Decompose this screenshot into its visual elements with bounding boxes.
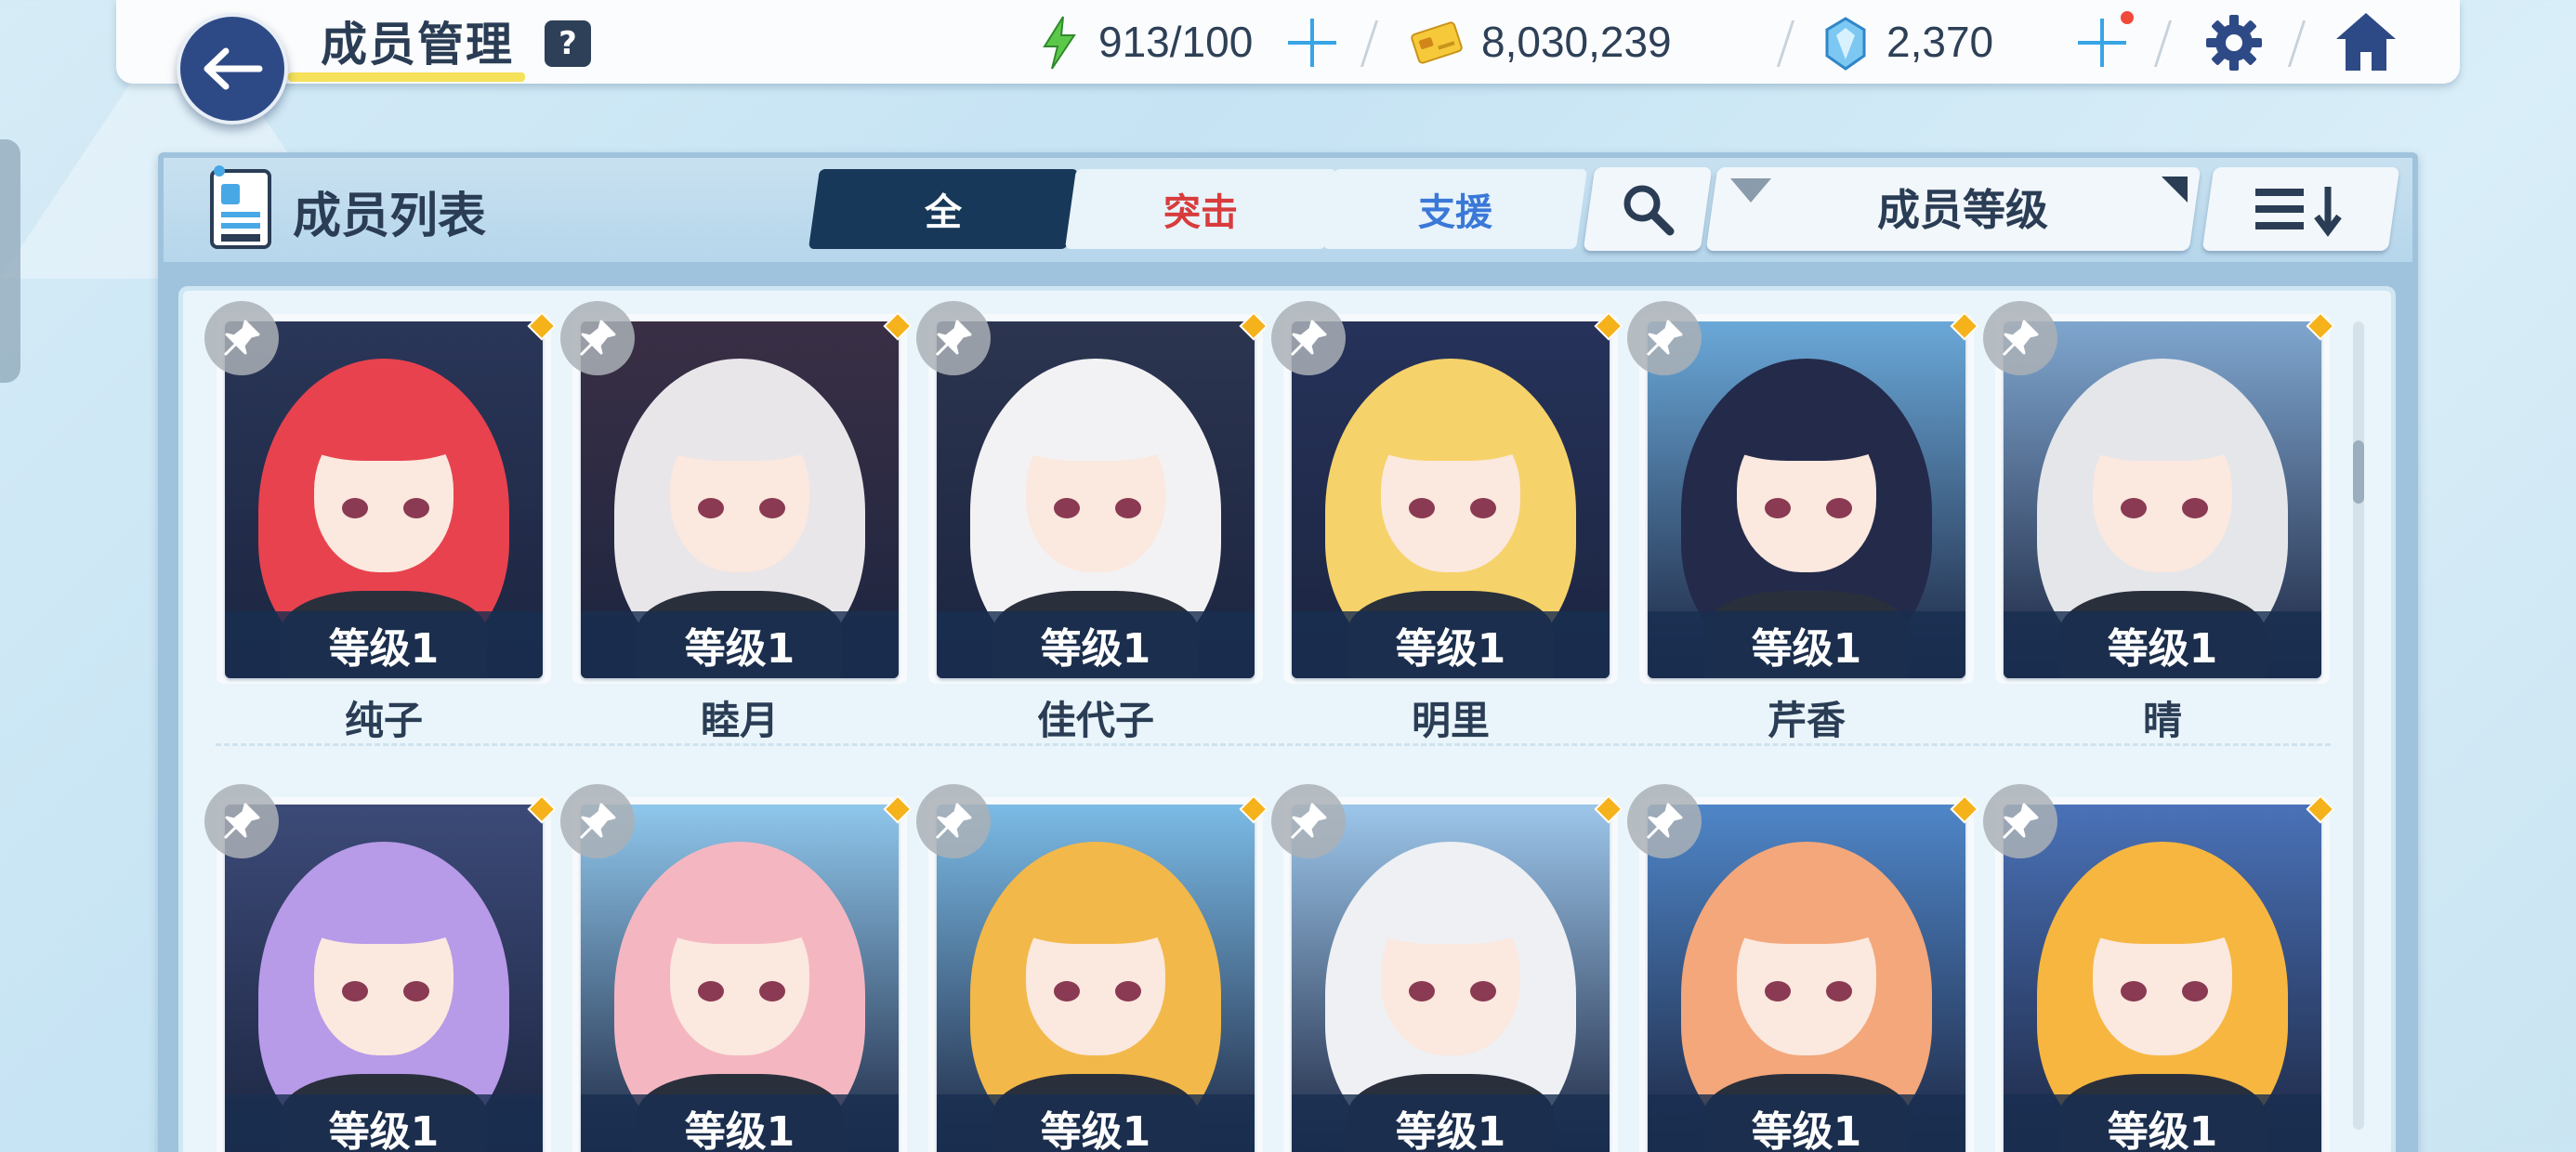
member-card[interactable]: 等级1	[1648, 805, 1965, 1152]
level-badge: 等级1	[581, 611, 899, 678]
sort-button[interactable]	[2201, 167, 2400, 251]
pin-button[interactable]	[1627, 301, 1702, 375]
credits-value: 8,030,239	[1481, 18, 1672, 66]
ap-value: 913/100	[1098, 18, 1254, 66]
page-title: 成员管理	[321, 18, 514, 72]
level-badge: 等级1	[581, 1094, 899, 1152]
filter-label: 成员等级	[1877, 185, 2048, 235]
pin-button[interactable]	[1983, 301, 2057, 375]
tab-striker[interactable]: 突击	[1064, 169, 1337, 249]
gems-add-button[interactable]	[2074, 15, 2130, 71]
pin-icon	[2002, 320, 2039, 357]
pin-button[interactable]	[1983, 784, 2057, 858]
pin-button[interactable]	[560, 301, 635, 375]
member-card[interactable]: 等级1	[937, 805, 1255, 1152]
member-card[interactable]: 等级1	[2004, 805, 2321, 1152]
pin-button[interactable]	[1271, 301, 1346, 375]
level-badge: 等级1	[225, 1094, 543, 1152]
help-button[interactable]: ?	[545, 20, 591, 67]
level-badge: 等级1	[1292, 1094, 1610, 1152]
pin-icon	[579, 320, 616, 357]
tab-special-label: 支援	[1418, 191, 1492, 234]
pin-button[interactable]	[1627, 784, 1702, 858]
member-card[interactable]: 等级1	[581, 321, 899, 678]
search-button[interactable]	[1583, 167, 1713, 251]
member-card[interactable]: 等级1	[1292, 805, 1610, 1152]
pin-button[interactable]	[204, 301, 279, 375]
pin-button[interactable]	[1271, 784, 1346, 858]
level-badge: 等级1	[937, 1094, 1255, 1152]
tab-all[interactable]: 全	[808, 169, 1079, 249]
notification-dot	[2121, 11, 2134, 24]
panel-title: 成员列表	[293, 189, 487, 244]
pin-button[interactable]	[916, 784, 991, 858]
level-badge: 等级1	[225, 611, 543, 678]
lightning-icon	[1043, 16, 1076, 70]
arrow-left-icon	[204, 47, 263, 90]
pin-button[interactable]	[916, 301, 991, 375]
pin-button[interactable]	[560, 784, 635, 858]
member-card[interactable]: 等级1	[1648, 321, 1965, 678]
pin-icon	[1290, 320, 1327, 357]
gems-value: 2,370	[1886, 18, 1994, 66]
member-card[interactable]: 等级1	[225, 805, 543, 1152]
member-name: 芹香	[1767, 698, 1846, 743]
member-list-icon	[210, 165, 271, 249]
back-button[interactable]	[177, 13, 288, 124]
level-badge: 等级1	[1648, 611, 1965, 678]
pin-button[interactable]	[204, 784, 279, 858]
member-name: 佳代子	[1036, 698, 1154, 743]
member-card[interactable]: 等级1	[581, 805, 899, 1152]
gear-icon[interactable]	[2202, 11, 2266, 74]
dropdown-corner-icon	[2162, 177, 2188, 203]
pin-icon	[935, 320, 972, 357]
sort-desc-icon	[2255, 187, 2342, 237]
scrollbar-thumb[interactable]	[2353, 440, 2364, 504]
home-icon[interactable]	[2333, 9, 2399, 74]
level-badge: 等级1	[1648, 1094, 1965, 1152]
level-badge: 等级1	[1292, 611, 1610, 678]
ap-add-button[interactable]	[1284, 15, 1340, 71]
member-card[interactable]: 等级1	[1292, 321, 1610, 678]
level-badge: 等级1	[2004, 1094, 2321, 1152]
tab-special[interactable]: 支援	[1322, 169, 1588, 249]
pin-icon	[579, 803, 616, 840]
member-card[interactable]: 等级1	[937, 321, 1255, 678]
search-icon	[1623, 185, 1675, 236]
member-card[interactable]: 等级1	[225, 321, 543, 678]
pin-icon	[223, 803, 260, 840]
level-badge: 等级1	[937, 611, 1255, 678]
pin-icon	[1290, 803, 1327, 840]
member-name: 明里	[1411, 698, 1490, 743]
member-card[interactable]: 等级1	[2004, 321, 2321, 678]
pin-icon	[1646, 803, 1683, 840]
pin-icon	[935, 803, 972, 840]
level-badge: 等级1	[2004, 611, 2321, 678]
left-edge-tab[interactable]	[0, 139, 20, 383]
tab-all-label: 全	[925, 191, 962, 234]
tab-striker-label: 突击	[1163, 191, 1238, 234]
credit-card-icon	[1411, 21, 1463, 64]
gem-icon	[1825, 17, 1866, 71]
title-underline	[288, 72, 525, 82]
filter-icon	[1730, 178, 1771, 203]
member-name: 纯子	[344, 698, 423, 743]
member-name: 睦月	[700, 698, 779, 743]
member-name: 晴	[2142, 698, 2182, 743]
pin-icon	[2002, 803, 2039, 840]
pin-icon	[1646, 320, 1683, 357]
pin-icon	[223, 320, 260, 357]
